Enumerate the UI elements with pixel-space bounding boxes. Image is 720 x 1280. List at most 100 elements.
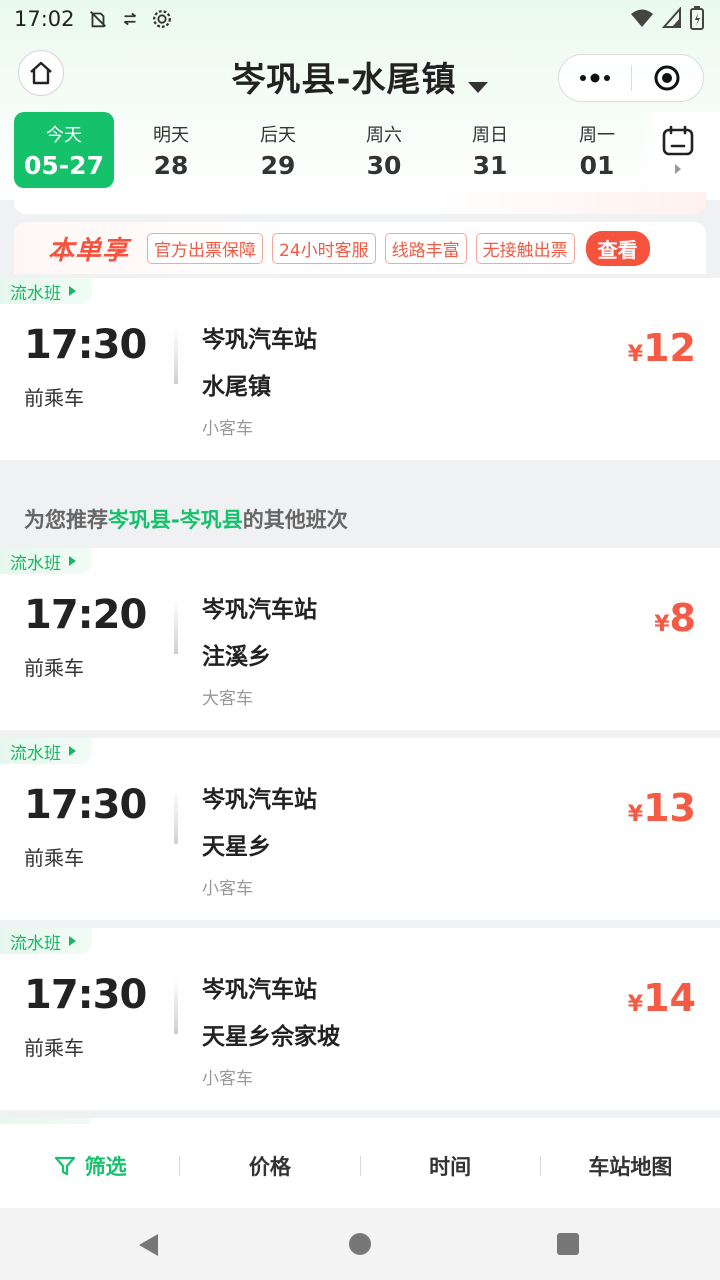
destination-station: 注溪乡	[202, 644, 271, 670]
play-arrow-icon	[69, 746, 76, 756]
date-day: 01	[579, 150, 615, 180]
more-dots-icon	[579, 73, 610, 83]
no-sim-icon	[89, 11, 106, 28]
ticket-price: ¥12	[628, 326, 696, 370]
date-tab-day-after[interactable]: 后天 29	[228, 112, 328, 188]
route-line	[174, 598, 178, 654]
chevron-down-icon	[467, 81, 488, 93]
currency-symbol: ¥	[627, 802, 644, 827]
settings-gear-icon	[152, 10, 171, 28]
recommend-route: 岑巩县-岑巩县	[108, 508, 243, 532]
ticket-price: ¥14	[628, 976, 696, 1020]
recommend-prefix: 为您推荐	[24, 508, 108, 532]
date-tab-saturday[interactable]: 周六 30	[334, 112, 434, 188]
currency-symbol: ¥	[627, 992, 644, 1017]
route-line	[174, 328, 178, 384]
departure-note: 前乘车	[24, 386, 84, 410]
target-circle-icon	[654, 65, 680, 91]
currency-symbol: ¥	[654, 612, 670, 637]
promo-banner[interactable]: 本单享 官方出票保障 24小时客服 线路丰富 无接触出票 查看	[14, 222, 706, 274]
home-circle-icon[interactable]	[348, 1232, 372, 1256]
date-day: 31	[472, 150, 508, 180]
more-button[interactable]	[559, 55, 631, 101]
date-tab-tomorrow[interactable]: 明天 28	[121, 112, 221, 188]
price-value: 8	[669, 596, 696, 640]
destination-station: 水尾镇	[202, 374, 271, 400]
filter-bar: 筛选 价格 时间 车站地图	[0, 1124, 720, 1208]
promo-tag: 无接触出票	[475, 232, 575, 264]
status-bar: 17:02	[0, 0, 720, 38]
recommend-title: 为您推荐岑巩县-岑巩县的其他班次	[24, 504, 348, 534]
back-triangle-icon[interactable]	[136, 1232, 162, 1258]
recommended-schedule-card[interactable]: 流水班 17:20 前乘车 岑巩汽车站 注溪乡 大客车 ¥8	[0, 548, 720, 730]
date-tab-monday[interactable]: 周一 01	[547, 112, 647, 188]
tag-label: 流水班	[10, 553, 61, 574]
bus-type: 大客车	[202, 689, 253, 709]
bus-type: 小客车	[202, 879, 253, 899]
promo-tag: 线路丰富	[384, 232, 467, 264]
wifi-icon	[631, 9, 653, 27]
recommend-suffix: 的其他班次	[242, 508, 348, 532]
header: 岑巩县-水尾镇	[0, 48, 720, 104]
schedule-type-tag: 流水班	[0, 928, 92, 954]
sort-time-button[interactable]: 时间	[361, 1151, 540, 1181]
battery-icon	[690, 6, 704, 30]
station-map-button[interactable]: 车站地图	[541, 1151, 720, 1181]
departure-note: 前乘车	[24, 656, 84, 680]
currency-symbol: ¥	[627, 342, 644, 367]
calendar-icon	[662, 125, 694, 156]
departure-note: 前乘车	[24, 1036, 84, 1060]
calendar-button[interactable]	[636, 112, 720, 188]
origin-station: 岑巩汽车站	[202, 977, 317, 1003]
date-tab-sunday[interactable]: 周日 31	[440, 112, 540, 188]
bus-type: 小客车	[202, 419, 253, 439]
ticket-price: ¥13	[628, 786, 696, 830]
sort-price-button[interactable]: 价格	[180, 1151, 359, 1181]
date-selector: 今天 05-27 明天 28 后天 29 周六 30 周日 31 周一 01	[0, 112, 720, 192]
date-weekday: 周六	[366, 124, 402, 146]
promo-tag: 24小时客服	[272, 232, 376, 264]
price-value: 12	[643, 326, 696, 370]
recents-square-icon[interactable]	[556, 1232, 580, 1256]
tag-label: 流水班	[10, 743, 61, 764]
date-tab-today[interactable]: 今天 05-27	[14, 112, 114, 188]
departure-time: 17:30	[24, 972, 147, 1018]
destination-station: 天星乡	[202, 834, 271, 860]
bus-type: 小客车	[202, 1069, 253, 1089]
recommended-schedule-card[interactable]: 流水班 17:30 前乘车 岑巩汽车站 天星乡佘家坡 小客车 ¥14	[0, 928, 720, 1110]
date-weekday: 后天	[260, 124, 296, 146]
status-time: 17:02	[14, 7, 75, 31]
departure-time: 17:30	[24, 322, 147, 368]
play-arrow-icon	[69, 556, 76, 566]
date-weekday: 周一	[579, 124, 615, 146]
schedule-card[interactable]: 流水班 17:30 前乘车 岑巩汽车站 水尾镇 小客车 ¥12	[0, 278, 720, 460]
recommended-schedule-card[interactable]: 流水班 17:30 前乘车 岑巩汽车站 天星乡 小客车 ¥13	[0, 738, 720, 920]
origin-station: 岑巩汽车站	[202, 327, 317, 353]
data-sync-icon	[123, 12, 136, 26]
route-line	[174, 788, 178, 844]
date-weekday: 周日	[472, 124, 508, 146]
tag-label: 流水班	[10, 283, 61, 304]
ticket-price: ¥8	[654, 596, 696, 640]
page-title: 岑巩县-水尾镇	[231, 60, 457, 100]
departure-time: 17:20	[24, 592, 147, 638]
promo-view-button[interactable]: 查看	[585, 230, 650, 266]
date-day: 29	[260, 150, 296, 180]
date-day: 30	[366, 150, 402, 180]
date-weekday: 明天	[153, 124, 189, 146]
date-weekday: 今天	[46, 124, 82, 146]
filter-label: 筛选	[84, 1155, 127, 1179]
close-button[interactable]	[632, 55, 704, 101]
promo-banner-edge	[14, 192, 706, 214]
caret-right-icon	[675, 164, 681, 174]
filter-button[interactable]: 筛选	[0, 1151, 179, 1181]
price-value: 14	[643, 976, 696, 1020]
status-right	[630, 6, 704, 30]
destination-station: 天星乡佘家坡	[202, 1024, 340, 1050]
schedule-type-tag: 流水班	[0, 548, 92, 574]
price-sort-label: 价格	[248, 1155, 291, 1179]
signal-icon	[662, 7, 681, 28]
time-sort-label: 时间	[429, 1155, 472, 1179]
date-day: 28	[153, 150, 189, 180]
mini-program-capsule	[558, 54, 704, 102]
